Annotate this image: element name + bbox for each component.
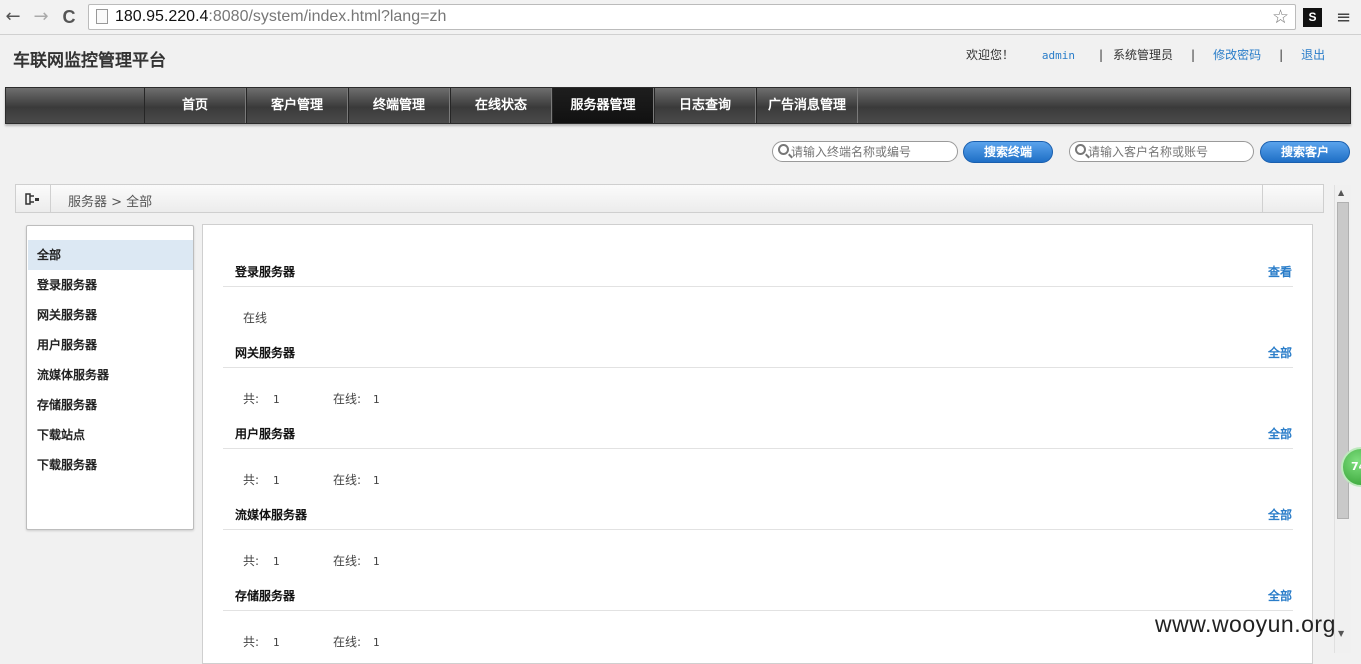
breadcrumb-text: 服务器 > 全部 <box>68 195 153 210</box>
sidebar-item-user-servers[interactable]: 用户服务器 <box>28 330 193 360</box>
customer-search-input[interactable] <box>1088 143 1248 160</box>
scroll-down-icon[interactable]: ▼ <box>1338 629 1344 638</box>
separator: | <box>1279 48 1284 62</box>
total-value: 1 <box>272 555 280 568</box>
section-title-login-servers: 登录服务器 <box>235 265 296 279</box>
total-value: 1 <box>272 474 280 487</box>
sidebar-item-gateway-servers[interactable]: 网关服务器 <box>28 300 193 330</box>
divider <box>223 367 1293 368</box>
total-stat: 共: 1 <box>243 552 280 569</box>
browser-menu-icon[interactable]: ≡ <box>1336 7 1351 28</box>
online-value: 1 <box>372 555 380 568</box>
total-stat: 共: 1 <box>243 633 280 650</box>
online-stat: 在线: 1 <box>333 390 380 407</box>
search-customer-button[interactable]: 搜索客户 <box>1260 141 1350 163</box>
section-title-gateway-servers: 网关服务器 <box>235 346 296 360</box>
online-label: 在线 <box>243 311 268 325</box>
divider <box>223 448 1293 449</box>
online-value: 1 <box>372 474 380 487</box>
total-label: 共: <box>243 392 260 406</box>
terminal-search-input[interactable] <box>791 143 951 160</box>
all-user-servers-link[interactable]: 全部 <box>1268 425 1292 442</box>
menu-item-terminals[interactable]: 终端管理 <box>348 88 450 123</box>
total-value: 1 <box>272 636 280 649</box>
reload-icon[interactable]: C <box>58 6 80 28</box>
total-label: 共: <box>243 473 260 487</box>
section-title-streaming-servers: 流媒体服务器 <box>235 508 308 522</box>
sidebar-item-all[interactable]: 全部 <box>28 240 193 270</box>
url-host: 180.95.220.4 <box>115 8 209 25</box>
menu-item-ad-messages[interactable]: 广告消息管理 <box>756 88 858 123</box>
main-menu: 首页 客户管理 终端管理 在线状态 服务器管理 日志查询 广告消息管理 <box>5 87 1351 124</box>
watermark: www.wooyun.org <box>1155 611 1336 637</box>
divider <box>223 610 1293 611</box>
breadcrumb: 服务器 > 全部 <box>15 184 1324 213</box>
total-stat: 共: 1 <box>243 471 280 488</box>
username-link[interactable]: admin <box>1042 49 1075 62</box>
online-stat: 在线: 1 <box>333 633 380 650</box>
browser-toolbar: ← → C 180.95.220.4:8080/system/index.htm… <box>0 0 1361 35</box>
back-arrow-icon[interactable]: ← <box>2 6 24 28</box>
logout-link[interactable]: 退出 <box>1301 48 1325 62</box>
all-streaming-servers-link[interactable]: 全部 <box>1268 506 1292 523</box>
customer-search-box <box>1069 141 1254 162</box>
sidebar-item-download-servers[interactable]: 下载服务器 <box>28 450 193 480</box>
menu-item-log-query[interactable]: 日志查询 <box>654 88 756 123</box>
url-text[interactable]: 180.95.220.4:8080/system/index.html?lang… <box>115 8 446 26</box>
sidebar-item-download-sites[interactable]: 下载站点 <box>28 420 193 450</box>
search-icon <box>778 144 789 155</box>
total-value: 1 <box>272 393 280 406</box>
url-path: :8080/system/index.html?lang=zh <box>208 8 447 25</box>
online-label: 在线: <box>333 473 362 487</box>
total-stat: 共: 1 <box>243 390 280 407</box>
menu-item-server-management[interactable]: 服务器管理 <box>552 88 654 123</box>
search-icon <box>1075 144 1086 155</box>
divider <box>1262 185 1263 212</box>
bookmark-star-icon[interactable]: ☆ <box>1272 6 1289 28</box>
site-title: 车联网监控管理平台 <box>13 51 166 71</box>
user-bar: 欢迎您！ admin | 系统管理员 | 修改密码 | 退出 <box>966 45 1336 66</box>
online-stat: 在线: 1 <box>333 471 380 488</box>
sidebar-item-streaming-servers[interactable]: 流媒体服务器 <box>28 360 193 390</box>
divider <box>223 286 1293 287</box>
all-gateway-servers-link[interactable]: 全部 <box>1268 344 1292 361</box>
online-stat: 在线: 1 <box>333 552 380 569</box>
total-label: 共: <box>243 635 260 649</box>
change-password-link[interactable]: 修改密码 <box>1213 48 1261 62</box>
forward-arrow-icon[interactable]: → <box>30 6 52 28</box>
section-title-user-servers: 用户服务器 <box>235 427 296 441</box>
all-storage-servers-link[interactable]: 全部 <box>1268 587 1292 604</box>
server-tree-icon[interactable] <box>16 185 51 212</box>
total-label: 共: <box>243 554 260 568</box>
sidebar: 全部 登录服务器 网关服务器 用户服务器 流媒体服务器 存储服务器 下载站点 下… <box>26 225 194 530</box>
separator: | <box>1191 48 1196 62</box>
role-text: 系统管理员 <box>1113 48 1174 62</box>
sidebar-item-login-servers[interactable]: 登录服务器 <box>28 270 193 300</box>
server-summary-panel: 登录服务器 查看 在线 网关服务器 全部 共: 1 在线: 1 用户服务器 全部… <box>202 224 1313 664</box>
menu-item-customers[interactable]: 客户管理 <box>246 88 348 123</box>
section-title-storage-servers: 存储服务器 <box>235 589 296 603</box>
online-value: 1 <box>372 393 380 406</box>
welcome-text: 欢迎您！ <box>966 48 1015 62</box>
online-value: 1 <box>372 636 380 649</box>
view-login-servers-link[interactable]: 查看 <box>1268 263 1292 280</box>
scroll-up-icon[interactable]: ▲ <box>1338 188 1344 197</box>
online-label: 在线: <box>333 635 362 649</box>
page-scrollbar[interactable]: ▲ ▼ <box>1334 185 1351 653</box>
sidebar-item-storage-servers[interactable]: 存储服务器 <box>28 390 193 420</box>
menu-item-online-status[interactable]: 在线状态 <box>450 88 552 123</box>
online-label: 在线: <box>333 554 362 568</box>
extension-s-icon[interactable]: S <box>1303 8 1322 27</box>
online-label: 在线: <box>333 392 362 406</box>
address-bar[interactable]: 180.95.220.4:8080/system/index.html?lang… <box>88 4 1296 30</box>
divider <box>223 529 1293 530</box>
terminal-search-box <box>772 141 958 162</box>
menu-item-home[interactable]: 首页 <box>144 88 246 123</box>
page-icon <box>96 9 108 24</box>
separator: | <box>1098 48 1104 62</box>
search-terminal-button[interactable]: 搜索终端 <box>963 141 1053 163</box>
